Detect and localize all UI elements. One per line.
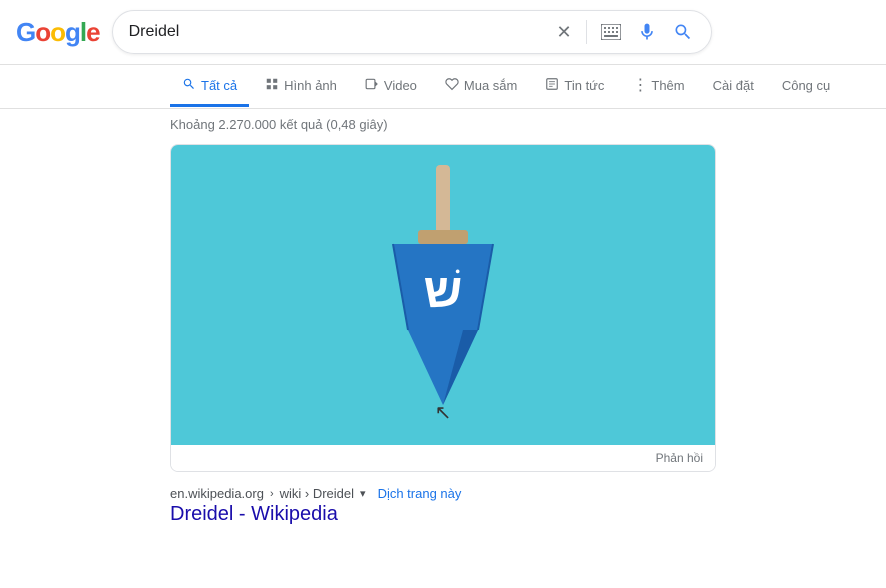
mic-button[interactable]: [635, 20, 659, 44]
svg-text:שׁ: שׁ: [424, 265, 463, 318]
news-tab-icon: [545, 77, 559, 94]
breadcrumb-arrow: ›: [270, 488, 274, 500]
search-result: en.wikipedia.org › wiki › Dreidel ▾ Dịch…: [170, 486, 716, 526]
search-icons: ✕: [555, 20, 695, 45]
clear-button[interactable]: ✕: [555, 20, 574, 45]
divider: [586, 20, 587, 44]
search-submit-button[interactable]: [671, 20, 695, 44]
result-path: wiki › Dreidel: [280, 486, 354, 501]
feedback-link[interactable]: Phản hồi: [656, 451, 703, 465]
google-logo[interactable]: Google: [16, 17, 100, 48]
tab-video[interactable]: Video: [353, 67, 429, 107]
nav-tabs: Tất cả Hình ảnh Video Mua sắm Tin tức ⋮ …: [0, 65, 886, 109]
result-domain: en.wikipedia.org: [170, 486, 264, 501]
feedback-bar: Phản hồi: [171, 445, 715, 471]
tab-news[interactable]: Tin tức: [533, 67, 616, 107]
result-title[interactable]: Dreidel - Wikipedia: [170, 503, 716, 526]
tab-more[interactable]: ⋮ Thêm: [620, 65, 696, 108]
keyboard-button[interactable]: [599, 22, 623, 42]
tab-shopping[interactable]: Mua sắm: [433, 67, 529, 107]
result-url: en.wikipedia.org › wiki › Dreidel ▾ Dịch…: [170, 486, 716, 501]
search-bar: Dreidel ✕: [112, 10, 712, 54]
translate-link[interactable]: Dịch trang này: [378, 486, 462, 501]
dreidel-svg: שׁ: [363, 165, 523, 425]
video-tab-icon: [365, 77, 379, 94]
images-tab-icon: [265, 77, 279, 94]
tools-link[interactable]: Công cụ: [770, 68, 842, 106]
settings-link[interactable]: Cài đặt: [701, 68, 766, 106]
search-input[interactable]: Dreidel: [129, 23, 555, 41]
dropdown-arrow-icon[interactable]: ▾: [360, 487, 366, 500]
tab-all[interactable]: Tất cả: [170, 67, 249, 107]
more-dots-icon: ⋮: [632, 75, 648, 95]
tab-images[interactable]: Hình ảnh: [253, 67, 349, 107]
shopping-tab-icon: [445, 77, 459, 94]
featured-block: שׁ ↖ Phản hồi: [170, 144, 716, 472]
results-count: Khoảng 2.270.000 kết quả (0,48 giây): [0, 109, 886, 144]
header: Google Dreidel ✕: [0, 0, 886, 65]
dreidel-image: שׁ ↖: [171, 145, 715, 445]
search-tab-icon: [182, 77, 196, 94]
